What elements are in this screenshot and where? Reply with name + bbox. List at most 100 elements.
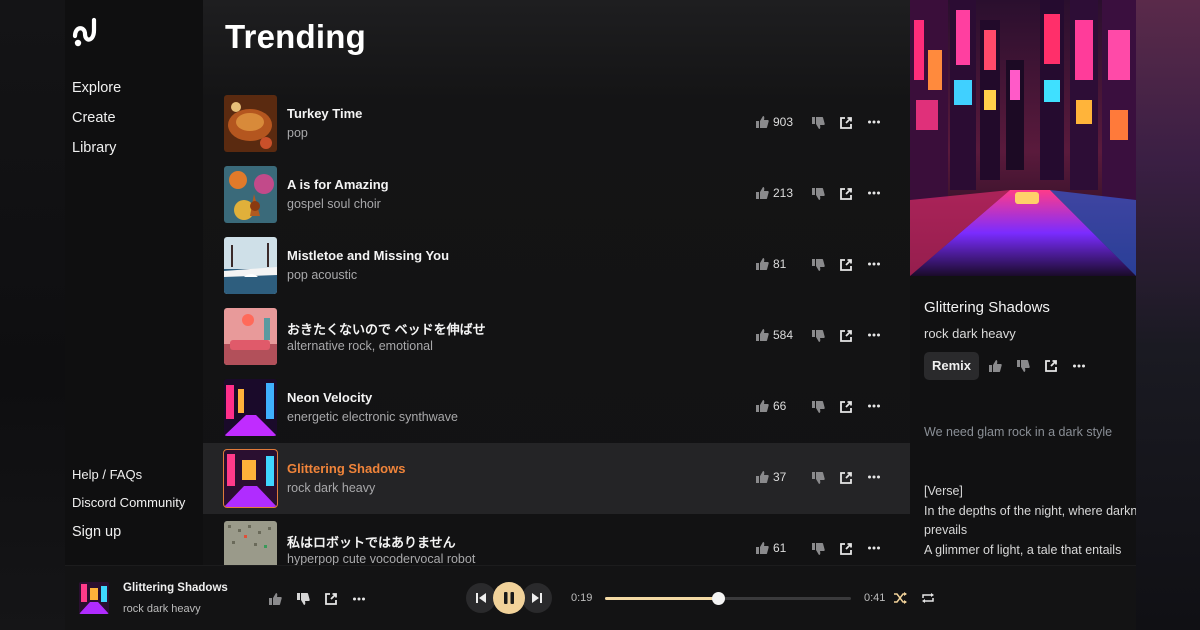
song-row[interactable]: Turkey Time pop 903 xyxy=(203,88,910,159)
song-actions: 61 xyxy=(755,541,895,557)
song-title[interactable]: Glittering Shadows xyxy=(287,461,405,476)
remix-button[interactable]: Remix xyxy=(924,352,979,380)
thumbs-down-icon[interactable] xyxy=(296,592,310,606)
help-faq-link[interactable]: Help / FAQs xyxy=(72,466,185,494)
like-count: 61 xyxy=(773,541,787,555)
song-genre: energetic electronic synthwave xyxy=(287,410,458,424)
nav-explore[interactable]: Explore xyxy=(72,78,121,108)
like-count: 213 xyxy=(773,186,794,200)
lyrics-line: [Verse] xyxy=(924,484,963,498)
backdrop-left xyxy=(0,0,65,630)
shuffle-icon[interactable] xyxy=(893,591,907,605)
more-options-icon[interactable] xyxy=(867,257,881,271)
more-options-icon[interactable] xyxy=(867,399,881,413)
next-track-button[interactable] xyxy=(522,583,552,613)
thumbs-down-icon[interactable] xyxy=(811,471,825,485)
thumbs-down-icon[interactable] xyxy=(811,116,825,130)
thumbs-up-icon[interactable] xyxy=(988,359,1002,373)
more-options-icon[interactable] xyxy=(867,470,881,484)
song-actions: 37 xyxy=(755,470,895,486)
more-options-icon[interactable] xyxy=(867,115,881,129)
song-genre: gospel soul choir xyxy=(287,197,381,211)
thumbs-up-icon[interactable] xyxy=(755,399,769,413)
thumbs-up-icon[interactable] xyxy=(755,328,769,342)
song-genre: pop xyxy=(287,126,308,140)
more-options-icon[interactable] xyxy=(352,592,366,606)
song-genre: hyperpop cute vocodervocal robot xyxy=(287,552,476,565)
panel-actions xyxy=(988,359,1088,375)
song-thumbnail[interactable] xyxy=(224,308,277,365)
song-row[interactable]: Neon Velocity energetic electronic synthw… xyxy=(203,372,910,443)
thumbs-down-icon[interactable] xyxy=(811,258,825,272)
share-icon[interactable] xyxy=(839,400,853,414)
song-row[interactable]: Mistletoe and Missing You pop acoustic 81 xyxy=(203,230,910,301)
pause-icon xyxy=(493,582,525,614)
song-row[interactable]: おきたくないので ベッドを伸ばせ alternative rock, emotio… xyxy=(203,301,910,372)
progress-bar[interactable] xyxy=(605,592,851,605)
thumbs-down-icon[interactable] xyxy=(811,329,825,343)
player-song-genre: rock dark heavy xyxy=(123,603,201,615)
song-thumbnail[interactable] xyxy=(224,95,277,152)
share-icon[interactable] xyxy=(839,258,853,272)
song-title[interactable]: おきたくないので ベッドを伸ばせ xyxy=(287,319,486,338)
previous-track-button[interactable] xyxy=(466,583,496,613)
thumbs-down-icon[interactable] xyxy=(811,542,825,556)
song-row[interactable]: A is for Amazing gospel soul choir 213 xyxy=(203,159,910,230)
song-thumbnail[interactable] xyxy=(224,379,277,436)
song-title[interactable]: Turkey Time xyxy=(287,106,362,121)
more-options-icon[interactable] xyxy=(867,541,881,555)
song-title[interactable]: 私はロボットではありません xyxy=(287,532,456,551)
song-title[interactable]: Mistletoe and Missing You xyxy=(287,248,449,263)
discord-community-link[interactable]: Discord Community xyxy=(72,494,185,522)
share-icon[interactable] xyxy=(1044,359,1058,373)
share-icon[interactable] xyxy=(839,471,853,485)
nav-create[interactable]: Create xyxy=(72,108,121,138)
song-title[interactable]: A is for Amazing xyxy=(287,177,389,192)
player-song-title: Glittering Shadows xyxy=(123,582,228,594)
song-thumbnail[interactable] xyxy=(223,449,278,508)
song-genre: alternative rock, emotional xyxy=(287,339,433,353)
total-time: 0:41 xyxy=(864,592,886,604)
share-icon[interactable] xyxy=(324,592,338,606)
song-thumbnail[interactable] xyxy=(224,521,277,565)
pause-button[interactable] xyxy=(493,582,525,614)
song-lyrics: [Verse] In the depths of the night, wher… xyxy=(924,482,1136,560)
panel-song-genre: rock dark heavy xyxy=(924,326,1016,341)
thumbs-up-icon[interactable] xyxy=(755,257,769,271)
thumbs-up-icon[interactable] xyxy=(755,115,769,129)
wave-logo-icon[interactable] xyxy=(72,16,102,48)
share-icon[interactable] xyxy=(839,542,853,556)
more-options-icon[interactable] xyxy=(867,186,881,200)
thumbs-up-icon[interactable] xyxy=(755,186,769,200)
thumbs-down-icon[interactable] xyxy=(811,187,825,201)
nav-library[interactable]: Library xyxy=(72,138,121,168)
song-row[interactable]: 私はロボットではありません hyperpop cute vocodervocal … xyxy=(203,514,910,565)
like-count: 66 xyxy=(773,399,787,413)
song-thumbnail[interactable] xyxy=(224,166,277,223)
song-title[interactable]: Neon Velocity xyxy=(287,390,372,405)
song-genre: rock dark heavy xyxy=(287,481,376,495)
skip-forward-icon xyxy=(522,583,552,613)
sign-up-link[interactable]: Sign up xyxy=(72,523,185,551)
song-genre: pop acoustic xyxy=(287,268,358,282)
song-thumbnail[interactable] xyxy=(224,237,277,294)
backdrop-right xyxy=(1136,0,1200,630)
song-row[interactable]: Glittering Shadows rock dark heavy 37 xyxy=(203,443,910,514)
thumbs-down-icon[interactable] xyxy=(1016,359,1030,373)
thumbs-up-icon[interactable] xyxy=(268,592,282,606)
more-options-icon[interactable] xyxy=(1072,359,1086,373)
thumbs-up-icon[interactable] xyxy=(755,541,769,555)
like-count: 81 xyxy=(773,257,787,271)
main-nav: Explore Create Library xyxy=(72,78,121,168)
share-icon[interactable] xyxy=(839,116,853,130)
share-icon[interactable] xyxy=(839,187,853,201)
share-icon[interactable] xyxy=(839,329,853,343)
thumbs-up-icon[interactable] xyxy=(755,470,769,484)
progress-handle[interactable] xyxy=(712,592,726,605)
like-count: 37 xyxy=(773,470,787,484)
repeat-icon[interactable] xyxy=(921,591,935,605)
more-options-icon[interactable] xyxy=(867,328,881,342)
panel-song-title: Glittering Shadows xyxy=(924,299,1050,316)
song-cover-art xyxy=(910,0,1136,276)
thumbs-down-icon[interactable] xyxy=(811,400,825,414)
